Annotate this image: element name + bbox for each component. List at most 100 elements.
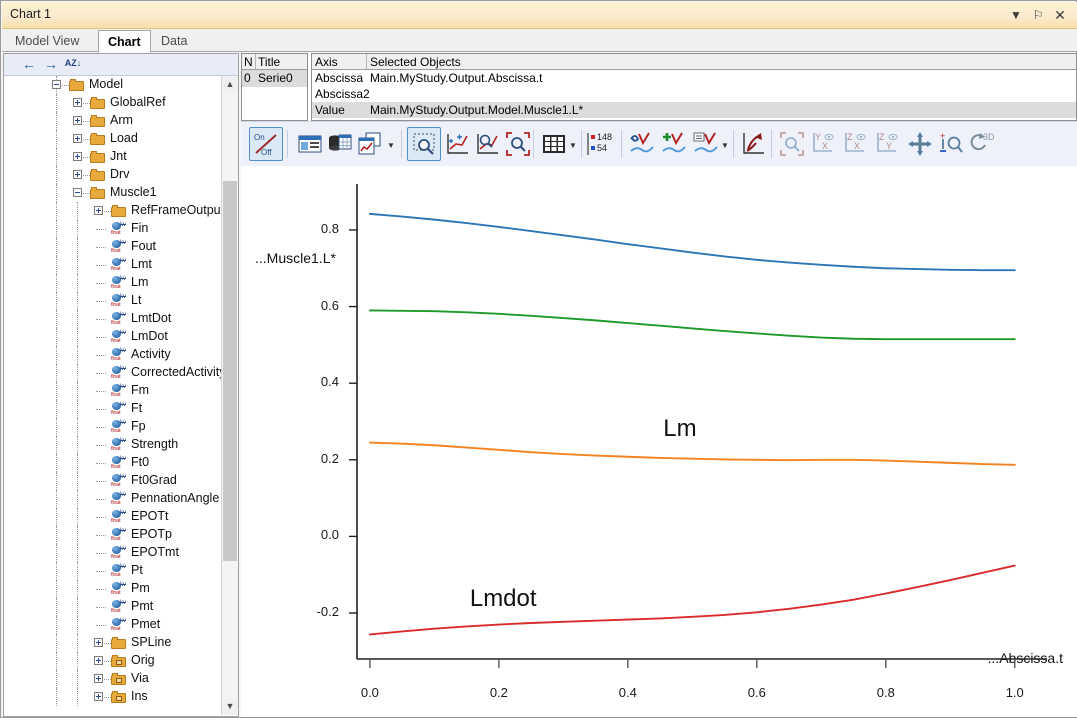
tree-item[interactable]: kv float Pmet — [4, 616, 221, 634]
grid-toggle-button[interactable] — [537, 127, 571, 161]
tree-item[interactable]: GlobalRef — [4, 94, 221, 112]
view-zy-button[interactable]: ZY — [871, 127, 905, 161]
tree-item[interactable]: Arm — [4, 112, 221, 130]
pin-icon[interactable]: ⚐ — [1029, 6, 1047, 24]
tree-item[interactable]: kv float EPOTmt — [4, 544, 221, 562]
tree-item[interactable]: kv float EPOTt — [4, 508, 221, 526]
chevron-down-icon[interactable]: ▼ — [387, 142, 395, 150]
rotate-3d-button[interactable]: 3D — [965, 127, 999, 161]
axis-row-abscissa[interactable]: Abscissa Main.MyStudy.Output.Abscissa.t — [312, 70, 1076, 86]
tree-item[interactable]: Via — [4, 670, 221, 688]
chevron-down-icon[interactable]: ▼ — [721, 142, 729, 150]
axis-grid[interactable]: Axis Selected Objects Abscissa Main.MySt… — [311, 53, 1077, 121]
frame-counter-button[interactable]: 148 54 — [585, 127, 619, 161]
zoom-region-button[interactable] — [775, 127, 809, 161]
tree-item[interactable]: kv float Lt — [4, 292, 221, 310]
forward-arrow-icon[interactable]: → — [40, 56, 62, 74]
tree-item[interactable]: kv float Pt — [4, 562, 221, 580]
close-icon[interactable]: ✕ — [1051, 6, 1069, 24]
chevron-down-icon[interactable]: ▼ — [569, 142, 577, 150]
tree-item[interactable]: kv float Lm — [4, 274, 221, 292]
scroll-up-icon[interactable]: ▲ — [222, 76, 238, 93]
axis-row-value[interactable]: Value Main.MyStudy.Output.Model.Muscle1.… — [312, 102, 1076, 118]
back-arrow-icon[interactable]: ← — [18, 56, 40, 74]
float-variable-icon: kv float — [111, 420, 126, 434]
view-yx-button[interactable]: YX — [807, 127, 841, 161]
copy-chart-button[interactable] — [353, 127, 387, 161]
tab-data-view[interactable]: Data View — [152, 31, 224, 68]
reload-curve-icon — [737, 127, 771, 161]
tree-scrollbar[interactable]: ▲ ▼ — [221, 76, 238, 715]
tree-item[interactable]: kv float PennationAngle — [4, 490, 221, 508]
tree-item[interactable]: Ins — [4, 688, 221, 706]
tree-item[interactable]: Muscle1 — [4, 184, 221, 202]
series-grid[interactable]: N Title 0 Serie0 — [241, 53, 308, 121]
tree-item[interactable]: kv float Pmt — [4, 598, 221, 616]
model-tree[interactable]: Model GlobalRef Arm Load Jnt Drv Muscle1 RefFra… — [4, 76, 221, 715]
tree-expander-icon[interactable] — [94, 692, 103, 701]
tree-item[interactable]: kv float Fout — [4, 238, 221, 256]
tree-expander-icon[interactable] — [73, 116, 82, 125]
view-zx-button[interactable]: ZX — [839, 127, 873, 161]
tree-item[interactable]: kv float EPOTp — [4, 526, 221, 544]
tree-expander-icon[interactable] — [94, 206, 103, 215]
tree-item[interactable]: Model — [4, 76, 221, 94]
tree-item[interactable]: kv float Ft0Grad — [4, 472, 221, 490]
chart-plot-area[interactable]: ...Muscle1.L* ...Abscissa.t 0.8 0.6 0.4 0.2… — [241, 166, 1077, 717]
pan-button[interactable] — [903, 127, 937, 161]
tree-expander-icon[interactable] — [73, 98, 82, 107]
float-variable-icon: kv float — [111, 510, 126, 524]
tree-item[interactable]: kv float Pm — [4, 580, 221, 598]
tree-expander-icon[interactable] — [52, 80, 61, 89]
scrollbar-thumb[interactable] — [223, 181, 237, 561]
scroll-down-icon[interactable]: ▼ — [222, 698, 238, 715]
chart-properties-button[interactable] — [293, 127, 327, 161]
sort-az-icon[interactable]: AZ↓ — [62, 58, 84, 76]
tree-expander-icon[interactable] — [94, 638, 103, 647]
tree-item[interactable]: kv float LmtDot — [4, 310, 221, 328]
tree-item[interactable]: kv float Ft — [4, 400, 221, 418]
tab-model-view-1[interactable]: Model View 1 — [6, 31, 98, 68]
tree-item-label: Load — [110, 131, 138, 145]
axis-name: Abscissa2 — [315, 87, 370, 101]
tree-item[interactable]: kv float Activity — [4, 346, 221, 364]
tree-item[interactable]: kv float CorrectedActivity — [4, 364, 221, 382]
tree-item[interactable]: SPLine — [4, 634, 221, 652]
on-off-toggle-button[interactable]: On Off — [249, 127, 283, 161]
tree-item[interactable]: kv float Fm — [4, 382, 221, 400]
edit-curve-button[interactable] — [689, 127, 723, 161]
tree-item-label: Drv — [110, 167, 130, 181]
tree-item[interactable]: kv float Fin — [4, 220, 221, 238]
axis-row-abscissa2[interactable]: Abscissa2 — [312, 86, 1076, 102]
tree-item[interactable]: Jnt — [4, 148, 221, 166]
data-source-button[interactable] — [323, 127, 357, 161]
curve-Lm — [368, 441, 1016, 466]
tree-item[interactable]: kv float Ft0 — [4, 454, 221, 472]
tree-item[interactable]: RefFrameOutput — [4, 202, 221, 220]
zoom-all-button[interactable] — [501, 127, 535, 161]
dropdown-icon[interactable]: ▼ — [1007, 6, 1025, 24]
tree-expander-icon[interactable] — [73, 170, 82, 179]
zoom-curve-button[interactable] — [471, 127, 505, 161]
tree-item[interactable]: kv float Lmt — [4, 256, 221, 274]
tree-expander-icon[interactable] — [94, 674, 103, 683]
tree-item[interactable]: kv float Fp — [4, 418, 221, 436]
tree-expander-icon[interactable] — [94, 656, 103, 665]
selection-zoom-button[interactable] — [407, 127, 441, 161]
tree-expander-icon[interactable] — [73, 134, 82, 143]
tree-item[interactable]: Drv — [4, 166, 221, 184]
tree-item[interactable]: Load — [4, 130, 221, 148]
reload-curve-button[interactable] — [737, 127, 771, 161]
tree-item[interactable]: kv float LmDot — [4, 328, 221, 346]
zoom-in-button[interactable]: + — [935, 127, 969, 161]
fit-curves-button[interactable] — [441, 127, 475, 161]
add-curve-button[interactable] — [657, 127, 691, 161]
remove-curve-button[interactable] — [625, 127, 659, 161]
tree-expander-icon[interactable] — [73, 152, 82, 161]
tree-item[interactable]: Orig — [4, 652, 221, 670]
tree-expander-icon[interactable] — [73, 188, 82, 197]
float-variable-icon: kv float — [111, 492, 126, 506]
tree-item[interactable]: kv float Strength — [4, 436, 221, 454]
series-row-0[interactable]: 0 Serie0 — [242, 70, 307, 87]
tab-chart-1[interactable]: Chart 1 — [98, 30, 151, 71]
